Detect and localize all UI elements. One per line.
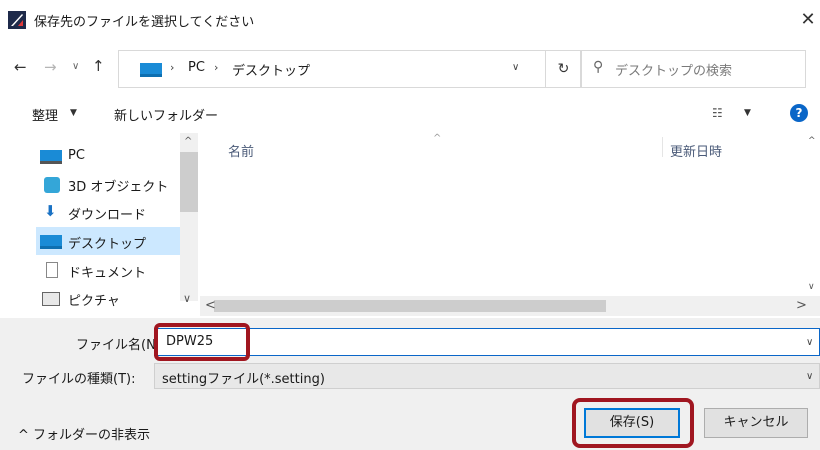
sidebar-item-label: デスクトップ	[68, 237, 147, 252]
up-arrow-icon[interactable]: ↑	[92, 57, 105, 75]
column-header-modified[interactable]: 更新日時	[670, 141, 722, 160]
sidebar-item-label: ドキュメント	[68, 266, 147, 281]
scroll-left-icon[interactable]: <	[205, 298, 216, 313]
download-icon: ⬇	[44, 202, 57, 220]
filename-highlight-box	[154, 323, 250, 361]
breadcrumb-separator[interactable]: ›	[300, 61, 304, 74]
document-icon	[46, 262, 58, 278]
scroll-up-icon[interactable]: ^	[808, 136, 816, 146]
filename-input[interactable]	[154, 328, 820, 356]
scroll-right-icon[interactable]: >	[796, 298, 807, 313]
chevron-down-icon[interactable]: ∨	[806, 337, 813, 348]
sidebar-item-label: PC	[68, 148, 85, 163]
sidebar-item-pc[interactable]: PC	[36, 142, 198, 170]
scroll-up-icon[interactable]: ^	[184, 136, 192, 147]
scroll-down-icon[interactable]: ∨	[808, 282, 815, 292]
help-icon[interactable]: ?	[790, 104, 808, 122]
sidebar-scrollbar-thumb[interactable]	[180, 152, 198, 212]
filetype-label: ファイルの種類(T):	[22, 372, 136, 387]
desktop-icon	[140, 63, 162, 77]
refresh-icon[interactable]: ↻	[546, 50, 582, 88]
recent-locations-icon[interactable]: ∨	[72, 61, 79, 72]
chevron-down-icon[interactable]: ▼	[70, 108, 77, 118]
chevron-down-icon[interactable]: ▼	[744, 108, 751, 118]
filetype-value[interactable]: settingファイル(*.setting)	[162, 368, 325, 387]
hide-folders-toggle[interactable]: ^ フォルダーの非表示	[18, 424, 150, 443]
sidebar-item-label: ダウンロード	[68, 208, 147, 223]
3d-objects-icon	[44, 177, 60, 193]
organize-button[interactable]: 整理	[32, 105, 58, 124]
forward-arrow-icon[interactable]: →	[44, 58, 57, 76]
window-title: 保存先のファイルを選択してください	[34, 15, 255, 30]
cancel-button[interactable]: キャンセル	[704, 408, 808, 438]
chevron-down-icon[interactable]: ∨	[512, 62, 519, 73]
breadcrumb-separator: ›	[170, 61, 175, 74]
column-divider[interactable]	[662, 137, 663, 157]
search-icon: ⚲	[593, 59, 604, 75]
save-highlight-box	[572, 398, 694, 448]
breadcrumb-pc[interactable]: PC	[188, 60, 205, 75]
sidebar-item-label: 3D オブジェクト	[68, 180, 169, 195]
sort-ascending-icon: ^	[433, 133, 442, 144]
sidebar-item-documents[interactable]: ドキュメント	[36, 256, 198, 284]
pc-icon	[40, 150, 62, 164]
chevron-down-icon[interactable]: ∨	[806, 371, 813, 382]
scroll-down-icon[interactable]: ∨	[183, 292, 191, 305]
address-bar[interactable]	[118, 50, 546, 88]
horizontal-scrollbar-thumb[interactable]	[214, 300, 606, 312]
sidebar-item-3d-objects[interactable]: 3D オブジェクト	[36, 170, 198, 198]
sidebar-item-label: ピクチャ	[68, 294, 120, 309]
breadcrumb-desktop[interactable]: デスクトップ	[232, 60, 310, 79]
filename-label: ファイル名(N):	[76, 338, 166, 353]
breadcrumb-separator[interactable]: ›	[214, 61, 218, 74]
picture-icon	[42, 292, 60, 306]
close-icon[interactable]: ✕	[797, 7, 819, 33]
view-options-icon[interactable]: ☷	[712, 106, 723, 120]
navigation-pane: PC 3D オブジェクト ⬇ ダウンロード デスクトップ ドキュメント ピクチャ	[20, 130, 200, 309]
search-placeholder: デスクトップの検索	[615, 64, 733, 79]
back-arrow-icon[interactable]: ←	[14, 58, 27, 76]
app-icon	[8, 11, 26, 29]
new-folder-button[interactable]: 新しいフォルダー	[114, 105, 218, 124]
sidebar-item-downloads[interactable]: ⬇ ダウンロード	[36, 198, 198, 226]
sidebar-item-desktop[interactable]: デスクトップ	[36, 227, 198, 255]
sidebar-item-pictures[interactable]: ピクチャ	[36, 284, 198, 312]
column-header-name[interactable]: 名前	[228, 141, 254, 160]
desktop-icon	[40, 235, 62, 249]
